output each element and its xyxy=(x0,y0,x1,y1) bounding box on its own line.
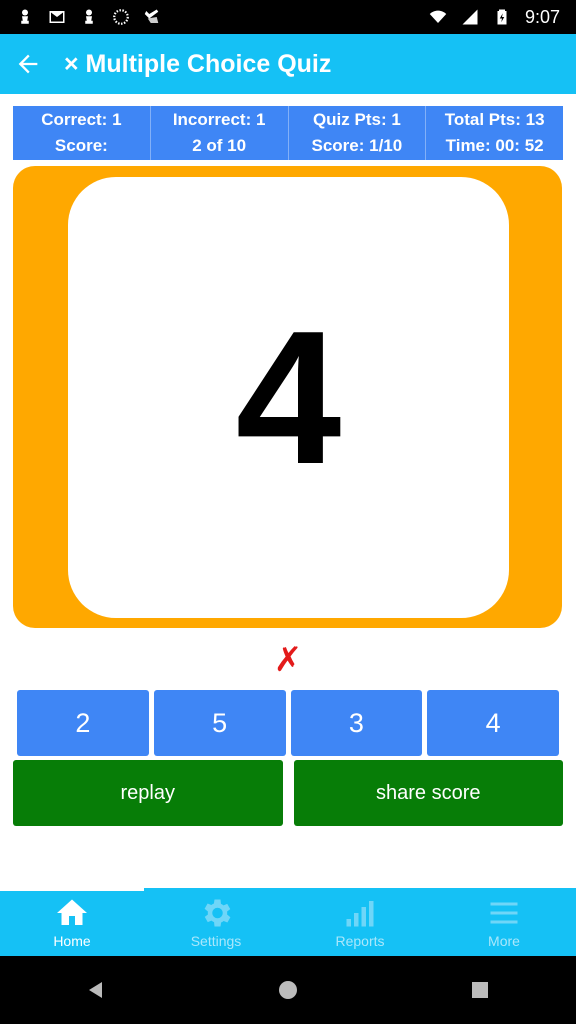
nav-settings[interactable]: Settings xyxy=(144,888,288,956)
elapsed-time: Time: 00: 52 xyxy=(445,136,544,155)
square-recents-icon xyxy=(472,982,488,998)
incorrect-count: Incorrect: 1 xyxy=(172,110,266,129)
circle-pattern-icon xyxy=(112,8,130,26)
bottom-nav: Home Settings Reports More xyxy=(0,888,576,956)
wrong-answer-mark: ✗ xyxy=(273,641,303,679)
score-header: Correct: 1 Score: Incorrect: 1 2 of 10 Q… xyxy=(13,106,563,160)
question-progress: 2 of 10 xyxy=(192,136,247,155)
answer-options: 2 5 3 4 xyxy=(17,690,559,756)
answer-button-4[interactable]: 4 xyxy=(427,690,559,756)
gear-icon xyxy=(204,899,231,927)
checkbox-icon xyxy=(144,8,162,26)
system-nav-bar xyxy=(0,956,576,1024)
quiz-points: Quiz Pts: 1 xyxy=(312,110,401,129)
replay-button[interactable]: replay xyxy=(13,760,283,826)
nav-active-indicator xyxy=(0,888,144,891)
score-col-quiz: Quiz Pts: 1 Score: 1/10 xyxy=(289,106,427,160)
chess-pawn-icon xyxy=(80,8,98,26)
nav-label-settings: Settings xyxy=(190,933,242,949)
status-bar: 9:07 xyxy=(0,0,576,34)
score-value: Score: 1/10 xyxy=(311,136,403,155)
score-col-total: Total Pts: 13 Time: 00: 52 xyxy=(426,106,563,160)
nav-more[interactable]: More xyxy=(432,888,576,956)
quiz-actions: replay share score xyxy=(13,760,563,826)
total-points: Total Pts: 13 xyxy=(444,110,545,129)
menu-icon xyxy=(490,902,518,924)
system-home-button[interactable] xyxy=(268,970,308,1010)
battery-charging-icon xyxy=(493,8,511,26)
nav-label-more: More xyxy=(488,933,520,949)
system-back-button[interactable] xyxy=(76,970,116,1010)
status-notifications xyxy=(16,8,162,26)
nav-label-home: Home xyxy=(53,933,91,949)
wifi-icon xyxy=(429,8,447,26)
system-recents-button[interactable] xyxy=(460,970,500,1010)
question-card-frame: 4 xyxy=(13,166,562,628)
answer-button-3[interactable]: 3 xyxy=(290,690,423,756)
nav-reports[interactable]: Reports xyxy=(288,888,432,956)
signal-bars-icon xyxy=(346,901,374,927)
nav-label-reports: Reports xyxy=(335,933,385,949)
score-col-correct: Correct: 1 Score: xyxy=(13,106,151,160)
back-button[interactable] xyxy=(6,42,50,86)
share-score-button[interactable]: share score xyxy=(293,760,563,826)
answer-button-1[interactable]: 2 xyxy=(17,690,149,756)
mail-icon xyxy=(48,8,66,26)
triangle-back-icon xyxy=(89,982,102,998)
arrow-left-icon xyxy=(18,54,38,74)
cell-signal-icon xyxy=(461,8,479,26)
nav-home[interactable]: Home xyxy=(0,888,144,956)
status-system: 9:07 xyxy=(429,7,560,28)
app-bar: × Multiple Choice Quiz xyxy=(0,34,576,94)
correct-count: Correct: 1 xyxy=(41,110,122,129)
home-icon xyxy=(57,899,87,925)
page-title: × Multiple Choice Quiz xyxy=(64,49,332,78)
circle-home-icon xyxy=(279,981,297,999)
answer-button-2[interactable]: 5 xyxy=(153,690,286,756)
question-card: 4 xyxy=(68,177,509,618)
question-number: 4 xyxy=(235,291,342,504)
status-time: 9:07 xyxy=(524,6,560,27)
score-col-incorrect: Incorrect: 1 2 of 10 xyxy=(151,106,289,160)
score-label: Score: xyxy=(54,136,108,155)
chess-pawn-icon xyxy=(16,8,34,26)
